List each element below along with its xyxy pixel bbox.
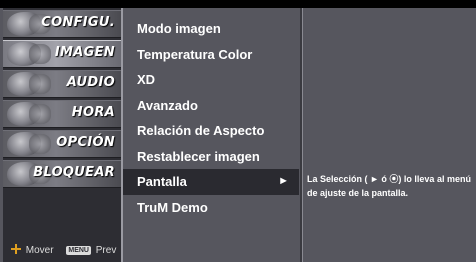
nav-hints: Mover MENU Prev <box>11 244 116 256</box>
category-configu[interactable]: CONFIGU. <box>3 10 121 38</box>
category-label: CONFIGU. <box>41 15 115 30</box>
category-hora[interactable]: HORA <box>3 100 121 128</box>
submenu-item-xd[interactable]: XD <box>123 67 299 93</box>
category-opcion[interactable]: OPCIÓN <box>3 130 121 158</box>
submenu-item-label: Avanzado <box>137 97 198 113</box>
category-label: OPCIÓN <box>56 135 115 150</box>
submenu-item-label: Restablecer imagen <box>137 148 260 164</box>
submenu-item-restablecer-imagen[interactable]: Restablecer imagen <box>123 144 299 170</box>
move-hint: Mover <box>25 245 54 256</box>
category-menu: CONFIGU. IMAGEN AUDIO HORA OPCIÓN BLOQUE… <box>3 8 123 262</box>
arrow-right-icon: ► <box>278 175 289 187</box>
category-label: AUDIO <box>66 75 115 90</box>
help-text-line: La Selección ( ► ó ⦿) lo lleva al menú <box>307 174 471 184</box>
submenu-item-modo-imagen[interactable]: Modo imagen <box>123 16 299 42</box>
submenu-item-label: XD <box>137 72 156 87</box>
submenu-item-pantalla[interactable]: Pantalla ► <box>123 169 299 195</box>
category-label: IMAGEN <box>54 45 115 60</box>
submenu-item-label: Temperatura Color <box>137 46 253 62</box>
menu-key-icon: MENU <box>66 246 91 255</box>
prev-hint: Prev <box>95 245 117 256</box>
category-label: HORA <box>71 105 115 120</box>
help-text-line: de ajuste de la pantalla. <box>307 188 409 198</box>
submenu-item-relacion-aspecto[interactable]: Relación de Aspecto <box>123 118 299 144</box>
submenu-item-label: Modo imagen <box>137 21 221 36</box>
top-bar <box>0 0 476 8</box>
submenu-item-label: TruM Demo <box>137 199 208 215</box>
submenu-item-trum-demo[interactable]: TruM Demo <box>123 195 299 221</box>
submenu-item-avanzado[interactable]: Avanzado <box>123 93 299 119</box>
help-text: La Selección ( ► ó ⦿) lo lleva al menú d… <box>307 172 475 200</box>
divider <box>302 8 303 262</box>
picture-submenu: Modo imagen Temperatura Color XD Avanzad… <box>123 16 299 262</box>
navigation-cross-icon <box>11 244 21 254</box>
category-audio[interactable]: AUDIO <box>3 70 121 98</box>
submenu-item-label: Relación de Aspecto <box>137 123 265 138</box>
category-bloquear[interactable]: BLOQUEAR <box>3 160 121 188</box>
category-imagen[interactable]: IMAGEN <box>3 40 121 68</box>
category-label: BLOQUEAR <box>33 165 115 180</box>
submenu-item-label: Pantalla <box>137 174 187 189</box>
tv-menu-screen: CONFIGU. IMAGEN AUDIO HORA OPCIÓN BLOQUE… <box>0 0 476 262</box>
submenu-item-temperatura-color[interactable]: Temperatura Color <box>123 42 299 68</box>
